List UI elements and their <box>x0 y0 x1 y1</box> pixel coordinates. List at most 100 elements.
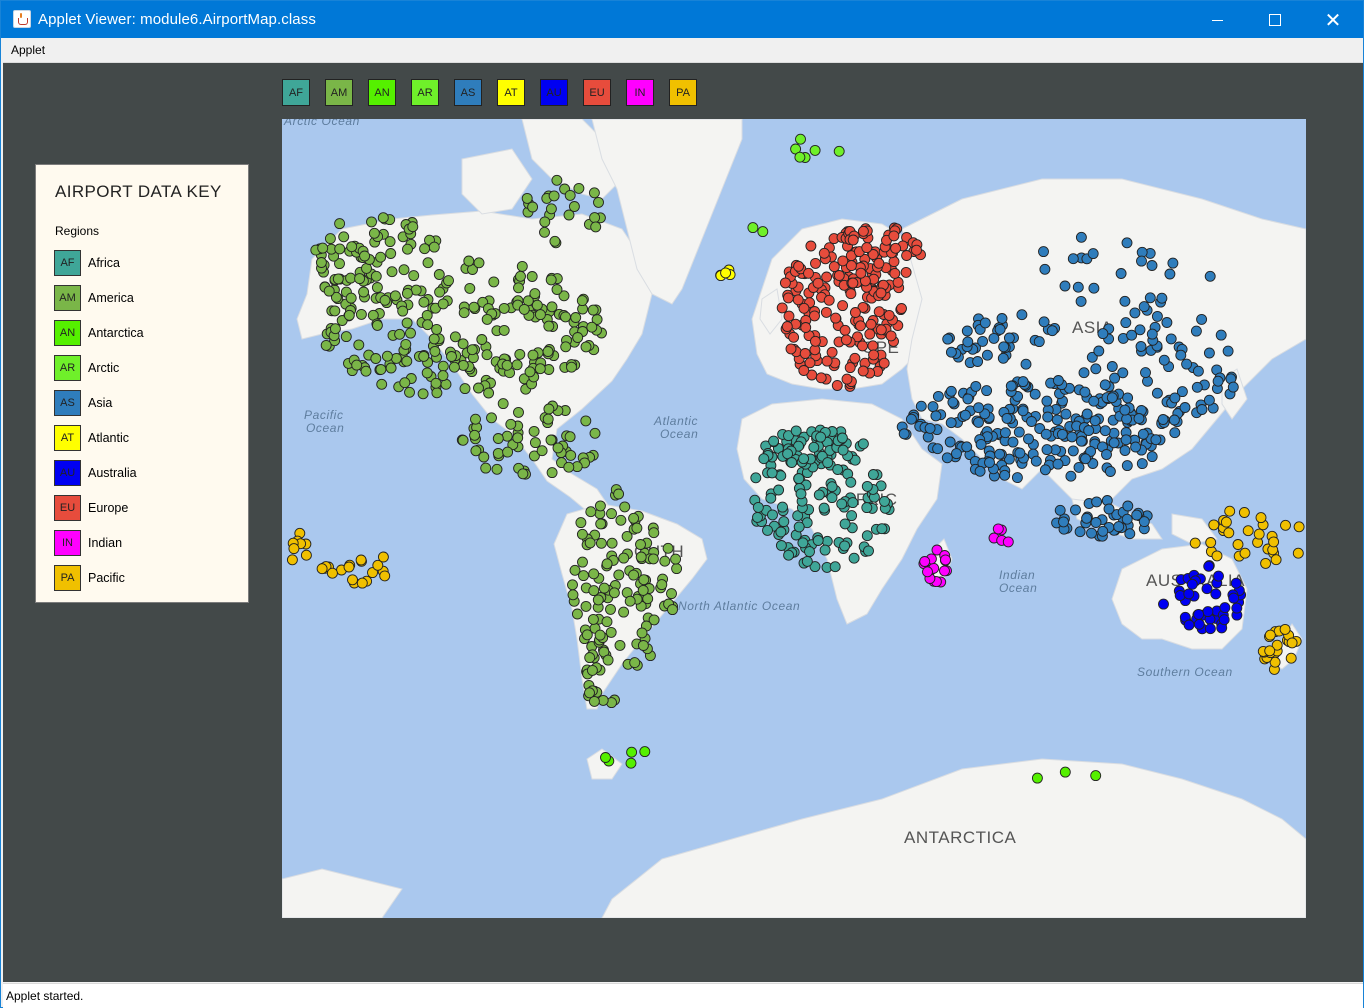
airport-marker-am[interactable] <box>469 429 481 441</box>
airport-marker-af[interactable] <box>778 516 790 528</box>
airport-marker-am[interactable] <box>606 537 618 549</box>
airport-marker-am[interactable] <box>584 537 596 549</box>
airport-marker-am[interactable] <box>629 657 641 669</box>
airport-marker-am[interactable] <box>501 359 513 371</box>
airport-marker-pa[interactable] <box>1238 507 1250 518</box>
airport-marker-as[interactable] <box>1165 333 1177 345</box>
airport-marker-am[interactable] <box>584 652 596 664</box>
airport-marker-ar[interactable] <box>794 151 806 163</box>
airport-marker-am[interactable] <box>404 386 415 398</box>
airport-marker-am[interactable] <box>635 539 646 550</box>
airport-marker-am[interactable] <box>401 317 413 329</box>
airport-marker-as[interactable] <box>1167 257 1179 269</box>
airport-marker-eu[interactable] <box>855 320 866 332</box>
airport-marker-as[interactable] <box>932 443 944 455</box>
airport-marker-eu[interactable] <box>890 242 902 254</box>
airport-marker-pa[interactable] <box>355 554 367 566</box>
airport-marker-am[interactable] <box>615 514 627 526</box>
airport-marker-am[interactable] <box>408 270 420 282</box>
airport-marker-as[interactable] <box>1137 428 1149 440</box>
airport-marker-as[interactable] <box>1106 392 1118 404</box>
airport-marker-as[interactable] <box>1124 528 1136 540</box>
airport-marker-as[interactable] <box>1157 414 1169 425</box>
airport-marker-am[interactable] <box>586 664 598 676</box>
airport-marker-am[interactable] <box>542 346 554 357</box>
airport-marker-am[interactable] <box>656 579 668 591</box>
airport-marker-an[interactable] <box>639 746 651 758</box>
airport-marker-as[interactable] <box>959 409 971 421</box>
airport-marker-af[interactable] <box>861 480 873 492</box>
airport-marker-am[interactable] <box>605 626 617 638</box>
airport-marker-as[interactable] <box>994 323 1006 335</box>
airport-marker-am[interactable] <box>359 250 371 262</box>
airport-marker-as[interactable] <box>1158 354 1170 366</box>
airport-marker-as[interactable] <box>981 385 993 397</box>
airport-marker-am[interactable] <box>605 603 616 615</box>
airport-marker-am[interactable] <box>592 594 604 606</box>
airport-marker-am[interactable] <box>614 639 626 651</box>
airport-marker-am[interactable] <box>545 274 557 286</box>
airport-marker-am[interactable] <box>315 257 327 268</box>
airport-marker-af[interactable] <box>821 535 833 547</box>
airport-marker-eu[interactable] <box>793 260 805 272</box>
airport-marker-eu[interactable] <box>875 324 887 336</box>
airport-marker-eu[interactable] <box>857 365 869 377</box>
airport-marker-am[interactable] <box>618 552 630 564</box>
airport-marker-am[interactable] <box>375 251 387 263</box>
airport-marker-am[interactable] <box>564 431 576 443</box>
airport-marker-am[interactable] <box>587 613 599 625</box>
airport-marker-am[interactable] <box>588 585 600 597</box>
airport-marker-am[interactable] <box>386 266 398 278</box>
airport-marker-au[interactable] <box>1186 578 1198 590</box>
airport-marker-am[interactable] <box>429 345 441 357</box>
airport-marker-af[interactable] <box>793 521 805 533</box>
airport-marker-au[interactable] <box>1228 592 1240 604</box>
airport-marker-as[interactable] <box>1041 444 1053 456</box>
airport-marker-am[interactable] <box>552 442 564 454</box>
airport-marker-pa[interactable] <box>300 549 312 561</box>
airport-marker-as[interactable] <box>1070 504 1081 516</box>
airport-marker-eu[interactable] <box>865 318 877 330</box>
airport-marker-eu[interactable] <box>839 324 851 336</box>
airport-marker-am[interactable] <box>545 203 557 215</box>
airport-marker-am[interactable] <box>628 512 640 524</box>
airport-marker-at[interactable] <box>720 267 732 279</box>
airport-marker-am[interactable] <box>480 462 492 474</box>
airport-marker-am[interactable] <box>422 319 434 331</box>
airport-marker-am[interactable] <box>576 528 588 540</box>
airport-marker-as[interactable] <box>1135 341 1147 352</box>
airport-marker-am[interactable] <box>573 182 585 194</box>
airport-marker-am[interactable] <box>546 301 558 313</box>
airport-marker-ar[interactable] <box>833 145 845 157</box>
airport-marker-af[interactable] <box>829 561 841 573</box>
airport-marker-pa[interactable] <box>343 561 355 573</box>
airport-marker-am[interactable] <box>379 294 391 306</box>
airport-marker-eu[interactable] <box>799 348 811 359</box>
airport-marker-eu[interactable] <box>812 277 824 289</box>
airport-marker-am[interactable] <box>437 370 449 382</box>
airport-marker-af[interactable] <box>793 473 805 485</box>
airport-marker-am[interactable] <box>498 324 510 336</box>
airport-marker-as[interactable] <box>915 400 927 412</box>
airport-marker-am[interactable] <box>491 463 503 475</box>
airport-marker-as[interactable] <box>1003 332 1015 344</box>
airport-marker-eu[interactable] <box>805 240 817 252</box>
airport-marker-eu[interactable] <box>837 300 849 312</box>
airport-marker-am[interactable] <box>570 312 582 323</box>
airport-marker-am[interactable] <box>624 595 636 607</box>
airport-marker-am[interactable] <box>585 506 597 518</box>
airport-marker-am[interactable] <box>434 286 446 298</box>
airport-marker-af[interactable] <box>804 546 815 558</box>
airport-marker-as[interactable] <box>1146 451 1158 463</box>
airport-marker-as[interactable] <box>1099 425 1111 437</box>
airport-marker-am[interactable] <box>539 216 551 228</box>
airport-marker-au[interactable] <box>1193 608 1205 620</box>
airport-marker-au[interactable] <box>1219 602 1231 614</box>
airport-marker-am[interactable] <box>524 366 536 378</box>
airport-marker-am[interactable] <box>534 363 546 375</box>
airport-marker-am[interactable] <box>394 328 406 340</box>
minimize-button[interactable] <box>1188 1 1246 38</box>
airport-marker-am[interactable] <box>572 332 584 343</box>
title-bar[interactable]: Applet Viewer: module6.AirportMap.class … <box>1 1 1363 38</box>
airport-marker-an[interactable] <box>1090 770 1102 782</box>
